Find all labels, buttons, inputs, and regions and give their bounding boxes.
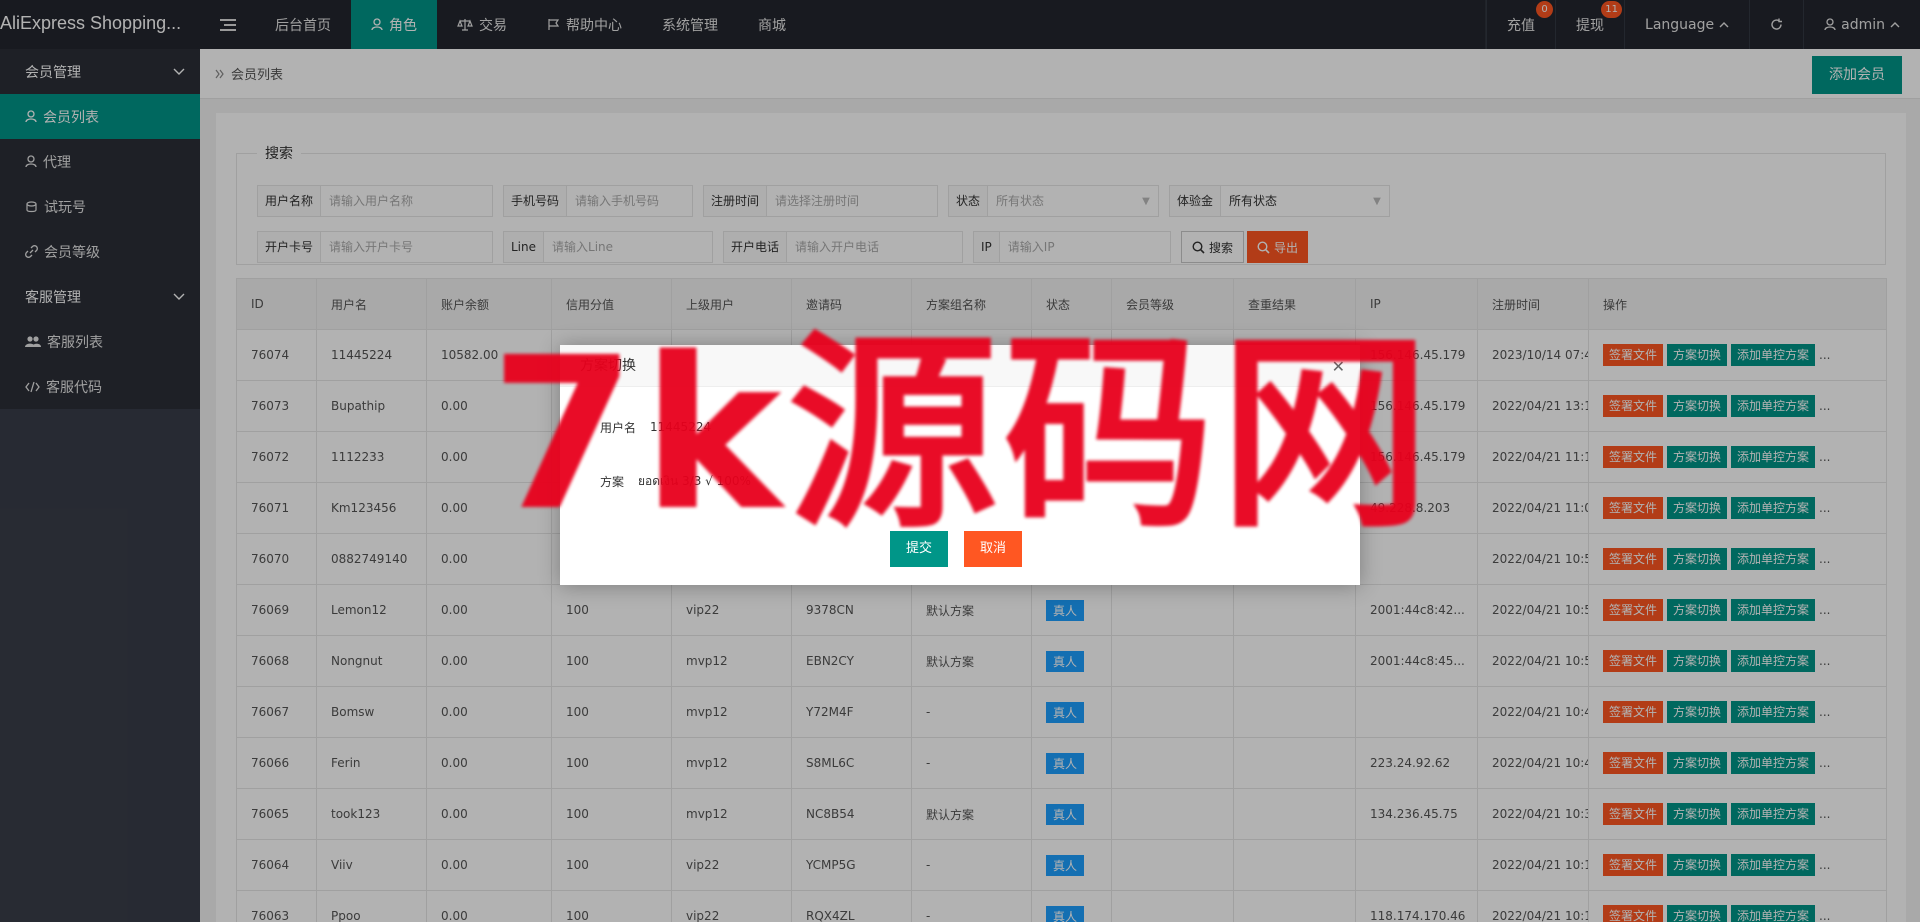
dialog-user-row: 用户名 11445224 [600, 407, 711, 447]
dialog-plan-label: 方案 [600, 474, 625, 489]
dialog-submit-button[interactable]: 提交 [890, 531, 949, 567]
dialog-title: 方案切换 [560, 345, 1360, 387]
plan-switch-dialog: 方案切换 ✕ 用户名 11445224 方案 ยอดเงิน 3/3 √ 100… [560, 345, 1360, 585]
dialog-plan-value[interactable]: ยอดเงิน 3/3 √ 100% [638, 472, 751, 491]
dialog-user-label: 用户名 [600, 420, 637, 435]
dialog-user-value: 11445224 [650, 420, 712, 434]
dialog-cancel-button[interactable]: 取消 [964, 531, 1023, 567]
dialog-plan-row: 方案 ยอดเงิน 3/3 √ 100% [600, 461, 751, 501]
close-icon[interactable]: ✕ [1332, 357, 1345, 376]
